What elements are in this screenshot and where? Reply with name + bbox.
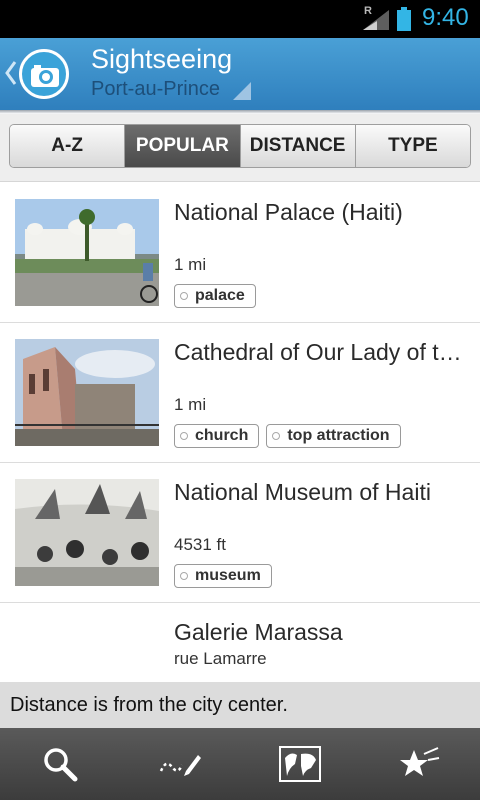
tab-type[interactable]: TYPE [355, 125, 470, 167]
national-palace-photo [15, 199, 159, 306]
sort-tabs: A-Z POPULAR DISTANCE TYPE [9, 124, 471, 168]
tab-distance[interactable]: DISTANCE [240, 125, 356, 167]
item-distance: 4531 ft [174, 535, 226, 554]
signal-icon [363, 10, 389, 30]
item-title: National Museum of Haiti [174, 479, 431, 505]
favorites-button[interactable] [360, 728, 480, 800]
draw-route-icon [159, 755, 201, 776]
item-tags: palace [174, 284, 263, 308]
draw-route-button[interactable] [120, 728, 240, 800]
tag-label: palace [195, 287, 245, 304]
list-item[interactable]: Galerie Marassa rue Lamarre [0, 603, 480, 681]
item-tags: museum [174, 564, 279, 588]
distance-note: Distance is from the city center. [0, 682, 480, 728]
tag-museum[interactable]: museum [174, 564, 272, 588]
tag-label: top attraction [287, 427, 390, 444]
tab-a-z[interactable]: A-Z [10, 125, 126, 167]
item-tags: church top attraction [174, 424, 408, 448]
tag-palace[interactable]: palace [174, 284, 256, 308]
city-selector[interactable]: Port-au-Prince [91, 78, 220, 101]
list-item[interactable]: National Palace (Haiti) 1 mi palace [0, 183, 480, 323]
item-title: Galerie Marassa [174, 619, 343, 645]
list-item[interactable]: Cathedral of Our Lady of the Assumption … [0, 323, 480, 463]
tag-church[interactable]: church [174, 424, 260, 448]
map-icon [279, 746, 321, 782]
status-time: 9:40 [422, 4, 469, 31]
tag-top-attraction[interactable]: top attraction [266, 424, 401, 448]
dropdown-corner-icon[interactable] [233, 82, 251, 100]
tag-label: church [195, 427, 249, 444]
camera-icon [31, 65, 59, 87]
battery-icon [397, 7, 411, 31]
tag-icon [180, 432, 188, 440]
tag-icon [180, 572, 188, 580]
search-icon [44, 748, 78, 782]
action-bar: Sightseeing Port-au-Prince [0, 38, 480, 110]
tag-icon [180, 292, 188, 300]
map-button[interactable] [240, 728, 360, 800]
item-title: Cathedral of Our Lady of the Assumption [174, 339, 470, 365]
tab-strip: A-Z POPULAR DISTANCE TYPE [0, 114, 480, 182]
tag-icon [272, 432, 281, 440]
item-title: National Palace (Haiti) [174, 199, 403, 225]
camera-app-icon[interactable] [19, 49, 69, 99]
page-title: Sightseeing [91, 44, 233, 74]
bottom-toolbar [0, 728, 480, 800]
sights-list: National Palace (Haiti) 1 mi palace Cath… [0, 183, 480, 681]
tab-popular[interactable]: POPULAR [125, 125, 241, 167]
tag-label: museum [195, 567, 261, 584]
favorites-icon [400, 747, 440, 776]
item-address: rue Lamarre [174, 649, 267, 668]
list-item[interactable]: National Museum of Haiti 4531 ft museum [0, 463, 480, 603]
back-chevron-icon[interactable] [4, 60, 18, 86]
search-button[interactable] [0, 728, 120, 800]
museum-engraving-image [15, 479, 159, 586]
item-distance: 1 mi [174, 255, 207, 274]
cathedral-photo [15, 339, 159, 446]
item-distance: 1 mi [174, 395, 207, 414]
status-bar: R 9:40 [0, 0, 480, 38]
